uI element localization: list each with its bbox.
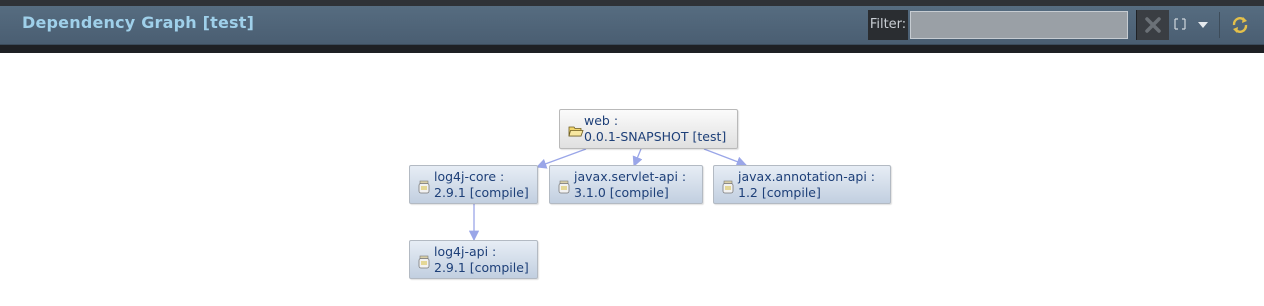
- node-artifact: log4j-core :: [434, 169, 505, 184]
- node-version: 0.0.1-SNAPSHOT [test]: [584, 129, 727, 144]
- node-label: web : 0.0.1-SNAPSHOT [test]: [584, 113, 726, 145]
- node-artifact: javax.annotation-api :: [738, 169, 875, 184]
- node-version: 2.9.1 [compile]: [434, 185, 529, 200]
- graph-node-web[interactable]: web : 0.0.1-SNAPSHOT [test]: [559, 109, 738, 149]
- filter-label: Filter:: [868, 10, 908, 40]
- view-title: Dependency Graph [test]: [22, 13, 255, 32]
- header-shadow-bar: [0, 45, 1264, 53]
- folder-icon: [568, 126, 584, 137]
- node-label: javax.servlet-api : 3.1.0 [compile]: [574, 169, 686, 201]
- graph-node-log4j-api[interactable]: log4j-api : 2.9.1 [compile]: [409, 240, 538, 279]
- node-version: 2.9.1 [compile]: [434, 260, 529, 275]
- edge-web-javax-annotation-api: [703, 148, 747, 167]
- node-version: 3.1.0 [compile]: [574, 185, 669, 200]
- jar-icon: [418, 255, 430, 269]
- jar-icon: [558, 180, 570, 194]
- node-artifact: javax.servlet-api :: [574, 169, 687, 184]
- node-artifact: log4j-api :: [434, 244, 497, 259]
- chevron-down-icon[interactable]: [1197, 20, 1209, 30]
- graph-node-javax-annotation-api[interactable]: javax.annotation-api : 1.2 [compile]: [713, 165, 891, 204]
- clear-filter-button[interactable]: [1136, 10, 1169, 40]
- node-artifact: web :: [584, 113, 619, 128]
- jar-icon: [722, 180, 734, 194]
- node-label: javax.annotation-api : 1.2 [compile]: [738, 169, 875, 201]
- jar-icon: [418, 180, 430, 194]
- graph-canvas: web : 0.0.1-SNAPSHOT [test] log4j-core :…: [0, 53, 1264, 306]
- view-header: Dependency Graph [test] Filter:: [0, 6, 1264, 45]
- filter-input[interactable]: [910, 11, 1128, 39]
- node-version: 1.2 [compile]: [738, 185, 821, 200]
- clear-filter-icon: [1145, 17, 1161, 33]
- refresh-icon[interactable]: [1230, 15, 1250, 35]
- toolbar-separator: [1219, 12, 1220, 38]
- node-label: log4j-api : 2.9.1 [compile]: [434, 244, 529, 276]
- node-label: log4j-core : 2.9.1 [compile]: [434, 169, 529, 201]
- graph-node-log4j-core[interactable]: log4j-core : 2.9.1 [compile]: [409, 165, 538, 204]
- edge-web-javax-servlet-api: [632, 148, 643, 167]
- graph-node-javax-servlet-api[interactable]: javax.servlet-api : 3.1.0 [compile]: [549, 165, 703, 204]
- layout-icon[interactable]: [1174, 17, 1186, 31]
